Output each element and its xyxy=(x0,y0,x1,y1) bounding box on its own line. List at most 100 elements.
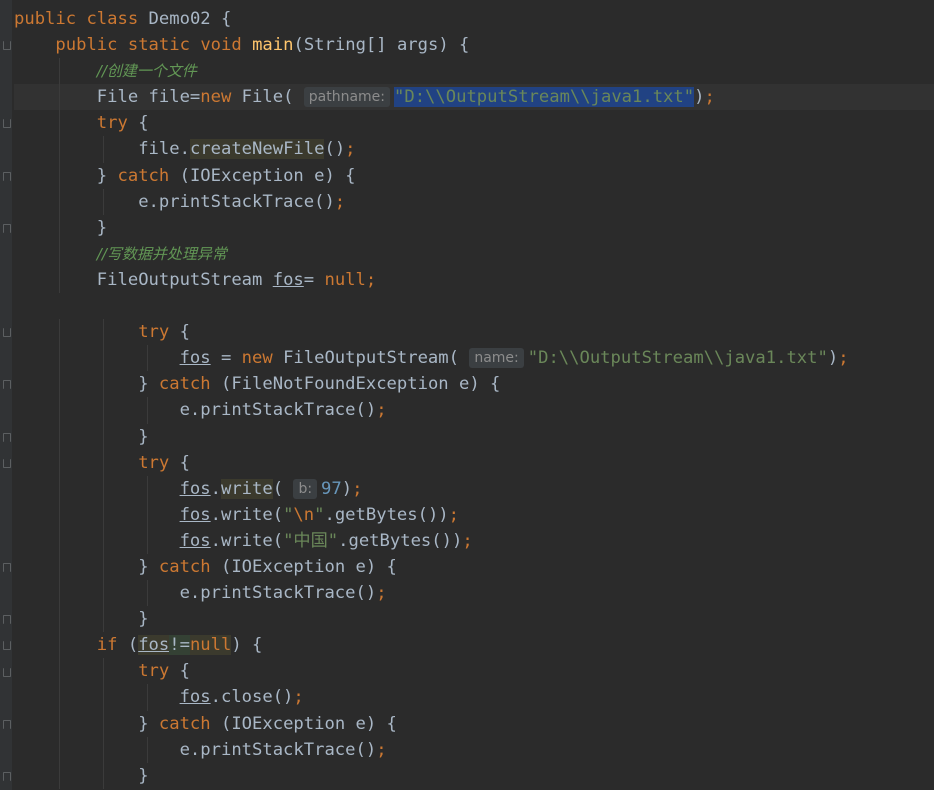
code-line[interactable]: try { xyxy=(14,319,934,346)
code-token: fos xyxy=(179,348,211,369)
code-line[interactable]: fos.close(); xyxy=(14,684,934,711)
code-line[interactable]: fos.write( b: 97); xyxy=(14,475,934,502)
code-line[interactable]: } catch (IOException e) { xyxy=(14,162,934,189)
fold-end-icon[interactable] xyxy=(3,171,11,181)
code-token: File( xyxy=(231,87,304,108)
code-token: class xyxy=(86,9,139,29)
editor-gutter[interactable] xyxy=(0,0,12,790)
code-token: public xyxy=(14,9,77,29)
code-line[interactable]: e.printStackTrace(); xyxy=(14,397,934,424)
code-line[interactable]: //写数据并处理异常 xyxy=(14,240,934,267)
code-line[interactable]: } catch (IOException e) { xyxy=(14,553,934,581)
code-token: Demo02 { xyxy=(138,9,232,29)
code-token: (String[] args) { xyxy=(293,35,470,56)
code-token: ; xyxy=(293,687,304,708)
indent-guide xyxy=(103,527,104,554)
code-line[interactable]: } catch (IOException e) { xyxy=(14,710,934,737)
code-line[interactable]: FileOutputStream fos= null; xyxy=(14,266,934,294)
indent-guide xyxy=(103,553,104,581)
indent-guide xyxy=(59,762,60,789)
code-line[interactable] xyxy=(14,293,934,319)
code-line[interactable]: fos.write("中国".getBytes()); xyxy=(14,527,934,554)
code-line[interactable]: } catch (FileNotFoundException e) { xyxy=(14,371,934,398)
code-line[interactable]: e.printStackTrace(); xyxy=(14,736,934,763)
code-token: (FileNotFoundException e) { xyxy=(210,374,501,395)
code-line[interactable]: fos = new FileOutputStream( name: "D:\\Ou… xyxy=(14,345,934,372)
code-line[interactable]: } xyxy=(14,762,934,789)
indent-guide xyxy=(59,58,60,85)
code-token: "D:\\OutputStream\\java1.txt" xyxy=(527,348,828,369)
code-line[interactable]: public class Demo02 { xyxy=(14,6,934,32)
code-line[interactable]: } xyxy=(14,606,934,633)
indent-guide xyxy=(59,214,60,241)
fold-expanded-icon[interactable] xyxy=(3,328,11,338)
fold-expanded-icon[interactable] xyxy=(3,641,11,651)
fold-end-icon[interactable] xyxy=(3,563,11,573)
code-token: ; xyxy=(334,191,346,212)
indent-guide xyxy=(147,736,148,763)
code-token: null; xyxy=(324,269,377,290)
parameter-hint: name: xyxy=(469,348,524,369)
fold-end-icon[interactable] xyxy=(3,615,11,625)
code-line[interactable]: fos.write("\n".getBytes()); xyxy=(14,501,934,528)
indent-guide xyxy=(103,501,104,528)
code-token: { xyxy=(127,113,149,134)
code-token: ; xyxy=(352,478,363,499)
code-line[interactable]: try { xyxy=(14,449,934,476)
code-line[interactable]: try { xyxy=(14,658,934,685)
fold-end-icon[interactable] xyxy=(3,719,11,729)
code-token: public xyxy=(55,35,118,56)
parameter-hint: b: xyxy=(293,478,318,499)
code-line[interactable]: File file=new File( pathname: "D:\\Output… xyxy=(14,84,934,111)
code-token: ; xyxy=(838,348,849,369)
fold-expanded-icon[interactable] xyxy=(3,667,11,677)
indent-guide xyxy=(59,475,60,502)
code-editor[interactable]: public class Demo02 { public static void… xyxy=(14,6,934,790)
code-token: { xyxy=(169,452,190,473)
fold-expanded-icon[interactable] xyxy=(3,119,11,129)
code-line[interactable]: //创建一个文件 xyxy=(14,58,934,85)
code-line[interactable]: if (fos!=null) { xyxy=(14,632,934,659)
indent-guide xyxy=(59,658,60,685)
code-token: ; xyxy=(462,530,473,551)
code-line[interactable]: } xyxy=(14,214,934,241)
code-token: static xyxy=(127,35,190,56)
code-line[interactable]: e.printStackTrace(); xyxy=(14,580,934,607)
indent-guide xyxy=(59,501,60,528)
code-token: } xyxy=(96,165,118,186)
indent-guide xyxy=(103,449,104,476)
code-token: \n xyxy=(293,504,315,525)
indent-guide xyxy=(103,188,104,215)
fold-end-icon[interactable] xyxy=(3,771,11,781)
code-line[interactable]: public static void main(String[] args) { xyxy=(14,32,934,58)
fold-expanded-icon[interactable] xyxy=(3,41,11,51)
fold-end-icon[interactable] xyxy=(3,223,11,233)
fold-expanded-icon[interactable] xyxy=(3,458,11,468)
indent-guide xyxy=(59,188,60,215)
indent-guide xyxy=(103,658,104,685)
indent-guide xyxy=(59,632,60,659)
code-token: catch xyxy=(158,713,211,734)
indent-guide xyxy=(103,606,104,633)
code-token: { xyxy=(169,661,190,682)
fold-end-icon[interactable] xyxy=(3,432,11,442)
fold-end-icon[interactable] xyxy=(3,380,11,390)
code-line[interactable]: try { xyxy=(14,110,934,137)
indent-guide xyxy=(59,606,60,633)
indent-guide xyxy=(59,266,60,294)
code-line[interactable]: } xyxy=(14,423,934,450)
indent-guide xyxy=(103,762,104,789)
code-line[interactable]: e.printStackTrace(); xyxy=(14,188,934,215)
indent-guide xyxy=(147,397,148,424)
code-line[interactable]: file.createNewFile(); xyxy=(14,136,934,163)
